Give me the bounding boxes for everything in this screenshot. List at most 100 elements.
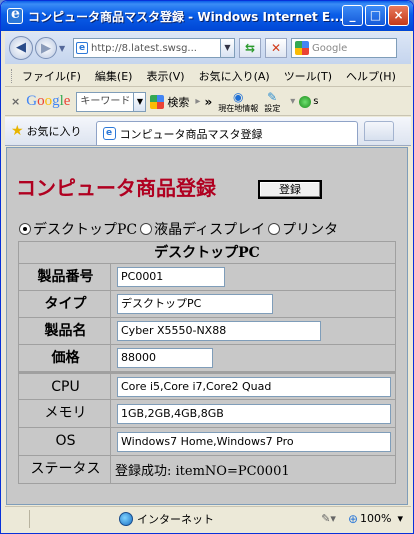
tab-page-icon: e bbox=[102, 127, 116, 140]
zoom-icon: ⊕ bbox=[347, 511, 359, 526]
settings-dropdown-icon[interactable]: ▾ bbox=[290, 96, 295, 107]
radio-label: デスクトップPC bbox=[33, 222, 138, 238]
favorites-label: お気に入り bbox=[26, 125, 82, 138]
search-input[interactable]: Google bbox=[291, 38, 397, 58]
price-field[interactable]: 88000 bbox=[117, 348, 213, 368]
keyword-input[interactable]: キーワード bbox=[76, 91, 135, 112]
status-value: 登録成功: itemNO=PC0001 bbox=[115, 464, 290, 479]
cpu-label: CPU bbox=[21, 374, 111, 399]
radio-button-checked[interactable] bbox=[19, 223, 31, 235]
stop-button[interactable]: ✕ bbox=[265, 38, 287, 58]
radio-button[interactable] bbox=[140, 223, 153, 235]
globe-icon bbox=[119, 511, 133, 526]
forward-button[interactable]: ▶ bbox=[35, 37, 57, 59]
type-field[interactable]: デスクトップPC bbox=[117, 294, 273, 314]
table-row: OS Windows7 Home,Windows7 Pro bbox=[19, 428, 395, 456]
new-tab-button[interactable] bbox=[363, 121, 394, 141]
google-search-button[interactable]: 検索 bbox=[150, 94, 189, 110]
google-icon bbox=[295, 41, 309, 55]
radio-printer[interactable]: プリンタ bbox=[268, 219, 338, 239]
maximize-button[interactable]: □ bbox=[365, 5, 386, 26]
price-label: 価格 bbox=[21, 345, 111, 371]
zone-label: インターネット bbox=[137, 512, 214, 526]
title-bar: コンピュータ商品マスタ登録 - Windows Internet E... _ … bbox=[1, 1, 413, 31]
product-no-field[interactable]: PC0001 bbox=[117, 267, 225, 287]
google-toolbar: × Google キーワード ▼ 検索 ▸ » ◉ 現在地情報 ✎ 設定 ▾ s bbox=[5, 88, 411, 116]
table-row: 価格 88000 bbox=[19, 345, 395, 372]
status-cell bbox=[29, 509, 45, 528]
tab-title: コンピュータ商品マスタ登録 bbox=[119, 127, 263, 141]
cpu-field[interactable]: Core i5,Core i7,Core2 Quad bbox=[117, 376, 391, 397]
memory-label: メモリ bbox=[21, 400, 111, 427]
status-dot-icon[interactable] bbox=[299, 95, 312, 108]
table-title: デスクトップPC bbox=[19, 242, 395, 264]
page-icon: e bbox=[76, 42, 88, 54]
status-bar: インターネット ✎▾ ⊕ 100% ▾ bbox=[5, 506, 411, 530]
menu-file[interactable]: ファイル(F) bbox=[22, 68, 81, 84]
page-title: コンピュータ商品登録 bbox=[16, 176, 216, 200]
page-content: コンピュータ商品登録 登録 デスクトップPC 液晶ディスプレイ プリンタ デスク… bbox=[6, 147, 408, 505]
address-input[interactable]: e http://8.latest.swsg... bbox=[73, 38, 221, 58]
menu-bar: ファイル(F) 編集(E) 表示(V) お気に入り(A) ツール(T) ヘルプ(… bbox=[5, 65, 411, 87]
star-icon: ★ bbox=[11, 123, 24, 139]
minimize-button[interactable]: _ bbox=[342, 5, 363, 26]
location-label: 現在地情報 bbox=[218, 103, 259, 113]
table-row: 製品番号 PC0001 bbox=[19, 264, 395, 291]
history-dropdown-icon[interactable]: ▼ bbox=[59, 44, 67, 53]
browser-window: コンピュータ商品マスタ登録 - Windows Internet E... _ … bbox=[0, 0, 414, 534]
type-label: タイプ bbox=[21, 291, 111, 317]
menu-help[interactable]: ヘルプ(H) bbox=[346, 68, 396, 84]
favorites-button[interactable]: ★ お気に入り bbox=[11, 123, 82, 139]
memory-field[interactable]: 1GB,2GB,4GB,8GB bbox=[117, 403, 391, 424]
radio-label: 液晶ディスプレイ bbox=[154, 222, 266, 238]
menu-favorites[interactable]: お気に入り(A) bbox=[199, 68, 270, 84]
table-row: CPU Core i5,Core i7,Core2 Quad bbox=[19, 372, 395, 400]
status-right: ✎▾ ⊕ 100% ▾ bbox=[321, 512, 403, 526]
protected-mode-icon[interactable]: ✎▾ bbox=[321, 512, 336, 525]
settings-label: 設定 bbox=[264, 103, 281, 113]
os-field[interactable]: Windows7 Home,Windows7 Pro bbox=[117, 431, 391, 452]
product-name-field[interactable]: Cyber X5550-NX88 bbox=[117, 321, 321, 341]
product-form-table: デスクトップPC 製品番号 PC0001 タイプ デスクトップPC 製品名 Cy… bbox=[18, 241, 396, 484]
google-search-label: 検索 bbox=[167, 95, 190, 109]
status-label: ステータス bbox=[21, 456, 111, 483]
status-cell bbox=[9, 510, 25, 528]
menu-edit[interactable]: 編集(E) bbox=[95, 68, 133, 84]
radio-lcd-display[interactable]: 液晶ディスプレイ bbox=[140, 219, 265, 239]
table-row: ステータス 登録成功: itemNO=PC0001 bbox=[19, 456, 395, 483]
toolbar-grip[interactable] bbox=[11, 68, 14, 83]
table-row: メモリ 1GB,2GB,4GB,8GB bbox=[19, 400, 395, 428]
s-label: s bbox=[313, 96, 319, 107]
tab-active[interactable]: e コンピュータ商品マスタ登録 bbox=[95, 121, 358, 145]
tab-bar: ★ お気に入り e コンピュータ商品マスタ登録 bbox=[5, 117, 411, 146]
table-row: タイプ デスクトップPC bbox=[19, 291, 395, 318]
address-dropdown-icon[interactable]: ▼ bbox=[221, 38, 235, 58]
google-logo: Google bbox=[26, 93, 71, 109]
menu-view[interactable]: 表示(V) bbox=[146, 68, 184, 84]
more-button[interactable]: » bbox=[204, 95, 212, 109]
window-title: コンピュータ商品マスタ登録 - Windows Internet E... bbox=[28, 9, 344, 24]
radio-button[interactable] bbox=[268, 223, 281, 235]
register-button[interactable]: 登録 bbox=[258, 180, 322, 199]
menu-tools[interactable]: ツール(T) bbox=[284, 68, 332, 84]
search-placeholder: Google bbox=[312, 42, 348, 54]
zoom-dropdown-icon[interactable]: ▾ bbox=[397, 512, 403, 525]
search-options-icon[interactable]: ▸ bbox=[195, 96, 200, 107]
ie-icon bbox=[7, 6, 23, 24]
radio-desktop-pc[interactable]: デスクトップPC bbox=[19, 219, 137, 239]
toolbar-close-button[interactable]: × bbox=[11, 95, 20, 108]
wifi-icon: ◉ bbox=[232, 89, 244, 104]
wrench-icon: ✎ bbox=[267, 89, 278, 104]
back-button[interactable]: ◀ bbox=[9, 36, 33, 60]
address-toolbar: ◀ ▶ ▼ e http://8.latest.swsg... ▼ ⇆ ✕ Go… bbox=[5, 32, 411, 64]
table-row: 製品名 Cyber X5550-NX88 bbox=[19, 318, 395, 345]
location-button[interactable]: ◉ 現在地情報 bbox=[218, 89, 259, 113]
address-url: http://8.latest.swsg... bbox=[91, 42, 197, 54]
refresh-button[interactable]: ⇆ bbox=[239, 38, 261, 58]
product-no-label: 製品番号 bbox=[21, 264, 111, 290]
zoom-level[interactable]: 100% bbox=[360, 512, 391, 525]
security-zone[interactable]: インターネット bbox=[119, 511, 214, 527]
close-button[interactable]: × bbox=[388, 5, 409, 26]
keyword-dropdown-icon[interactable]: ▼ bbox=[134, 91, 147, 112]
settings-button[interactable]: ✎ 設定 bbox=[264, 89, 281, 113]
